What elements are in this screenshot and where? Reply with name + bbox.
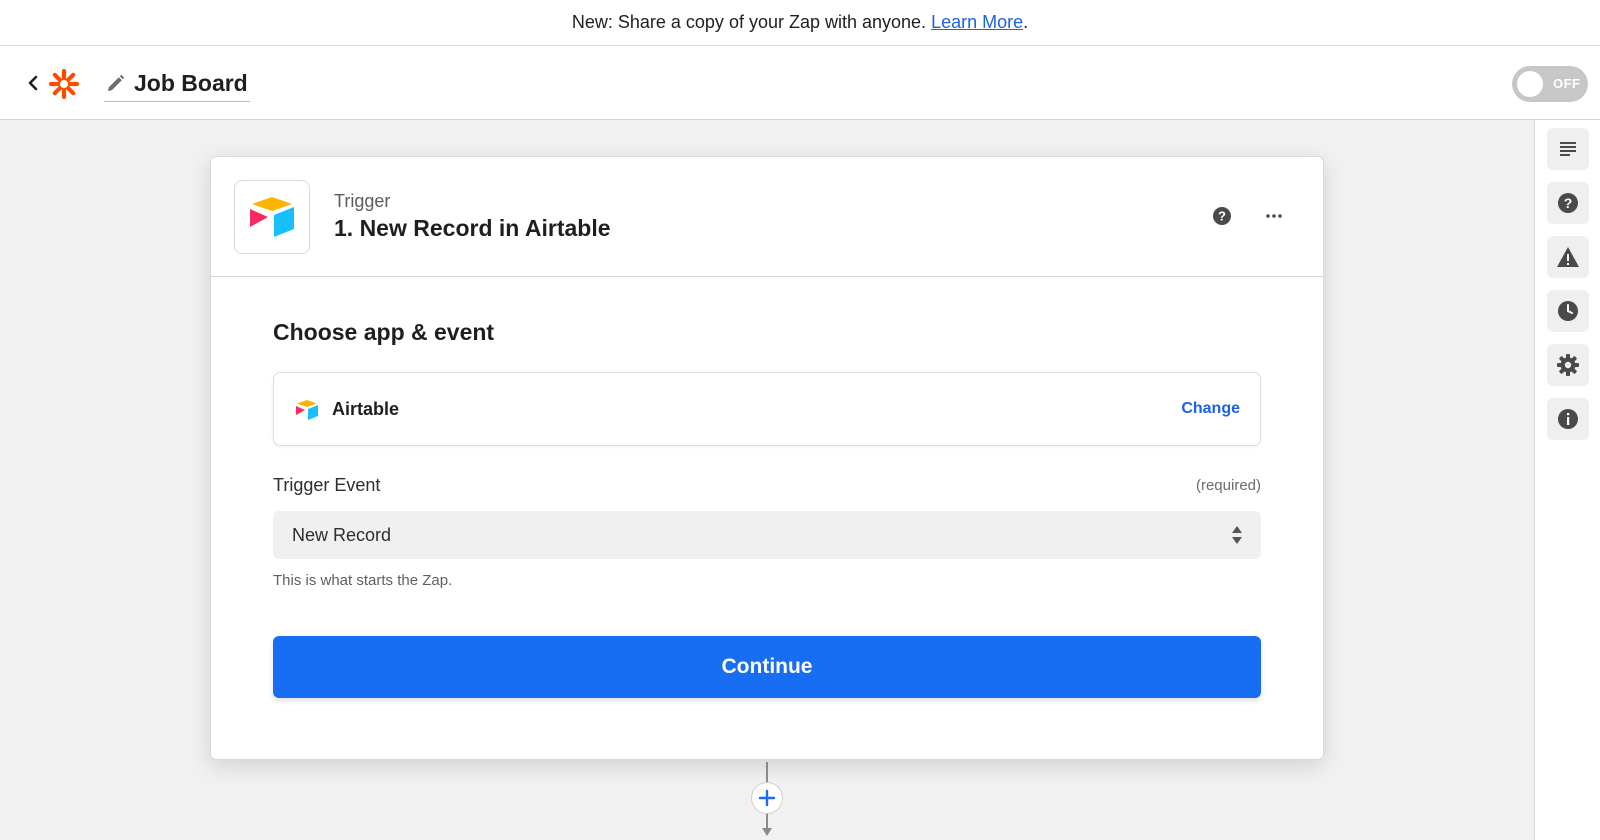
outline-icon: [1560, 142, 1576, 156]
trigger-event-value: New Record: [292, 525, 392, 545]
app-logo-tile: [234, 180, 310, 254]
editor-header: Job Board OFF: [0, 46, 1600, 120]
svg-text:?: ?: [1564, 195, 1573, 211]
help-button[interactable]: ?: [1547, 182, 1589, 224]
step-title: 1. New Record in Airtable: [334, 215, 611, 241]
learn-more-link[interactable]: Learn More: [931, 12, 1023, 33]
zap-title: Job Board: [134, 70, 248, 96]
selected-app-field[interactable]: Airtable Change: [273, 372, 1261, 446]
settings-gear-icon: [1557, 354, 1579, 376]
info-icon: [1558, 409, 1578, 429]
banner-suffix: .: [1023, 12, 1029, 32]
zap-on-off-toggle[interactable]: OFF: [1512, 66, 1588, 102]
zapier-logo-icon[interactable]: [48, 68, 80, 100]
connector-arrow-icon: [762, 828, 772, 836]
add-step-button[interactable]: [751, 782, 783, 814]
pencil-icon: [108, 74, 125, 91]
banner-text: New: Share a copy of your Zap with anyon…: [571, 12, 927, 32]
help-icon: ?: [1558, 193, 1578, 213]
airtable-small-icon: [296, 400, 318, 420]
right-sidebar: ?: [1534, 120, 1600, 840]
plus-icon: [758, 789, 776, 807]
warnings-button[interactable]: [1547, 236, 1589, 278]
back-chevron-icon[interactable]: [24, 69, 42, 97]
history-clock-icon: [1558, 301, 1578, 321]
warning-icon: [1557, 247, 1579, 267]
selected-app-name: Airtable: [332, 399, 400, 419]
airtable-logo-icon: [250, 197, 294, 237]
continue-button[interactable]: Continue: [273, 636, 1261, 698]
trigger-event-label: Trigger Event: [273, 475, 381, 495]
announcement-banner: New: Share a copy of your Zap with anyon…: [0, 0, 1600, 46]
history-button[interactable]: [1547, 290, 1589, 332]
trigger-event-help-text: This is what starts the Zap.: [273, 572, 453, 589]
toggle-label: OFF: [1553, 76, 1581, 91]
svg-text:?: ?: [1218, 209, 1226, 224]
select-arrows-icon: [1232, 526, 1242, 544]
trigger-event-select[interactable]: New Record: [273, 511, 1261, 559]
toggle-knob: [1517, 71, 1543, 97]
zap-title-editor[interactable]: Job Board: [104, 66, 250, 102]
step-help-icon[interactable]: ?: [1211, 205, 1233, 227]
change-app-button[interactable]: Change: [1181, 400, 1240, 418]
settings-button[interactable]: [1547, 344, 1589, 386]
trigger-step-card: Trigger 1. New Record in Airtable ? Choo…: [210, 156, 1324, 760]
outline-button[interactable]: [1547, 128, 1589, 170]
details-button[interactable]: [1547, 398, 1589, 440]
required-label: (required): [1195, 477, 1261, 494]
more-options-icon[interactable]: [1263, 205, 1285, 227]
step-header[interactable]: Trigger 1. New Record in Airtable ?: [211, 157, 1323, 277]
step-kicker: Trigger: [334, 191, 391, 211]
section-title: Choose app & event: [273, 319, 495, 345]
